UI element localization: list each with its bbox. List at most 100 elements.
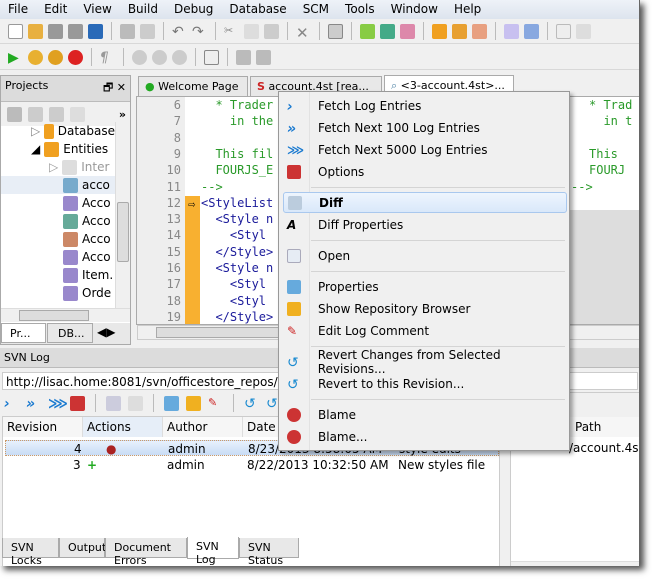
menu-build[interactable]: Build <box>120 0 166 19</box>
menu-blame-dialog[interactable]: Blame... <box>283 426 567 447</box>
zoom-in-icon[interactable] <box>152 49 167 65</box>
compile-icon[interactable] <box>360 23 375 39</box>
tool-icon[interactable] <box>556 23 571 39</box>
add-file-icon[interactable] <box>49 106 64 122</box>
tree-item[interactable]: ▷ Database <box>1 122 115 140</box>
clean-icon[interactable] <box>400 23 415 39</box>
tab-welcome-page[interactable]: ● Welcome Page <box>138 76 248 96</box>
cut-icon[interactable]: ✂ <box>224 24 239 39</box>
menu-diff-properties[interactable]: A Diff Properties <box>283 214 567 235</box>
menu-edit-log-comment[interactable]: ✎ Edit Log Comment <box>283 320 567 341</box>
profile-icon[interactable] <box>28 49 43 65</box>
menu-debug[interactable]: Debug <box>166 0 221 19</box>
edit-comment-icon[interactable]: ✎ <box>208 396 223 411</box>
tree-item[interactable]: Item. <box>1 266 115 284</box>
open-icon[interactable] <box>28 23 43 39</box>
pilcrow-icon[interactable]: ¶ <box>100 50 115 66</box>
tab-projects[interactable]: Pr... <box>1 323 46 343</box>
menu-view[interactable]: View <box>75 0 119 19</box>
zoom-reset-icon[interactable] <box>172 49 187 65</box>
delete-icon[interactable]: ✕ <box>296 24 311 42</box>
path-cell[interactable]: /account.4s <box>569 441 639 455</box>
find-icon[interactable] <box>328 23 343 39</box>
float-icon[interactable]: 🗗 <box>103 81 113 94</box>
tab-db[interactable]: DB... <box>47 323 93 343</box>
tab-svn-log[interactable]: SVN Log <box>187 537 239 566</box>
diff-icon[interactable] <box>106 395 121 411</box>
menu-revert-to-revision[interactable]: ↺ Revert to this Revision... <box>283 373 567 394</box>
tree-vscrollbar[interactable] <box>115 122 130 308</box>
print-icon[interactable] <box>120 23 135 39</box>
properties-icon[interactable] <box>164 395 179 411</box>
menu-open[interactable]: Open <box>283 245 567 266</box>
menu-tools[interactable]: Tools <box>337 0 383 19</box>
nav-forward-icon[interactable] <box>256 49 271 65</box>
diff-properties-icon[interactable] <box>128 395 143 411</box>
revert-changes-icon[interactable]: ↺ <box>244 396 259 412</box>
col-revision[interactable]: Revision <box>3 417 83 437</box>
add-folder-icon[interactable] <box>70 106 85 122</box>
menu-options[interactable]: Options <box>283 161 567 182</box>
tool2-icon[interactable] <box>576 23 591 39</box>
tree-item[interactable]: ◢ Entities <box>1 140 115 158</box>
rebuild-icon[interactable] <box>452 23 467 39</box>
menu-show-repository-browser[interactable]: Show Repository Browser <box>283 298 567 319</box>
menu-help[interactable]: Help <box>446 0 489 19</box>
tree-item[interactable]: Acco <box>1 248 115 266</box>
menu-fetch-log-entries[interactable]: › Fetch Log Entries <box>283 95 567 116</box>
fetch-icon[interactable]: › <box>4 396 19 412</box>
clean-build-icon[interactable] <box>472 23 487 39</box>
tree-item[interactable]: Orde <box>1 284 115 302</box>
tree-item[interactable]: Acco <box>1 230 115 248</box>
compile-link-icon[interactable] <box>380 23 395 39</box>
col-actions[interactable]: Actions <box>83 417 163 437</box>
menu-revert-changes[interactable]: ↺ Revert Changes from Selected Revisions.… <box>283 348 567 376</box>
undo-icon[interactable]: ↶ <box>172 24 187 40</box>
nav-back-icon[interactable] <box>236 49 251 65</box>
debug-icon[interactable] <box>48 49 63 65</box>
menu-properties[interactable]: Properties <box>283 276 567 297</box>
menu-database[interactable]: Database <box>221 0 294 19</box>
zoom-out-icon[interactable] <box>132 49 147 65</box>
tree-item-selected[interactable]: acco <box>1 176 115 194</box>
menu-file[interactable]: File <box>0 0 36 19</box>
add-form-icon[interactable] <box>28 106 43 122</box>
db-import-icon[interactable] <box>524 23 539 39</box>
new-db-icon[interactable] <box>504 23 519 39</box>
save-icon[interactable] <box>48 23 63 39</box>
paste-icon[interactable] <box>264 23 279 39</box>
tab-svn-status[interactable]: SVN Status <box>239 538 299 566</box>
tree-item[interactable]: ▷ Inter <box>1 158 115 176</box>
tree-item[interactable]: Acco <box>1 194 115 212</box>
save-all-icon[interactable] <box>88 23 103 39</box>
run-icon[interactable]: ▶ <box>8 50 23 66</box>
menu-diff[interactable]: Diff <box>283 192 567 213</box>
menu-window[interactable]: Window <box>383 0 446 19</box>
tab-scroll-icon[interactable]: ◀▶ <box>97 325 115 339</box>
col-author[interactable]: Author <box>163 417 243 437</box>
tree-item[interactable]: Acco <box>1 212 115 230</box>
copy-icon[interactable] <box>244 23 259 39</box>
fetch-100-icon[interactable]: » <box>26 396 41 412</box>
tab-output[interactable]: Output <box>59 538 106 558</box>
repo-browser-icon[interactable] <box>186 395 201 411</box>
stop-icon[interactable] <box>68 49 83 65</box>
save-as-icon[interactable] <box>68 23 83 39</box>
new-file-icon[interactable] <box>8 23 23 39</box>
stop-square-icon[interactable] <box>204 49 219 65</box>
table-row[interactable]: 3 + admin 8/22/2013 10:32:50 AM New styl… <box>5 457 499 473</box>
redo-icon[interactable]: ↷ <box>192 24 207 40</box>
menu-fetch-next-5000[interactable]: ⋙ Fetch Next 5000 Log Entries <box>283 139 567 160</box>
tab-document-errors[interactable]: Document Errors <box>105 538 187 566</box>
paths-hscrollbar[interactable] <box>511 561 639 566</box>
menu-fetch-next-100[interactable]: » Fetch Next 100 Log Entries <box>283 117 567 138</box>
menu-edit[interactable]: Edit <box>36 0 75 19</box>
menu-blame[interactable]: Blame <box>283 404 567 425</box>
close-icon[interactable]: ✕ <box>117 81 126 94</box>
more-icon[interactable]: » <box>119 108 126 121</box>
print-preview-icon[interactable] <box>140 23 155 39</box>
tab-svn-locks[interactable]: SVN Locks <box>2 538 59 566</box>
menu-scm[interactable]: SCM <box>295 0 337 19</box>
options-icon[interactable] <box>70 395 85 411</box>
add-project-icon[interactable] <box>7 106 22 122</box>
